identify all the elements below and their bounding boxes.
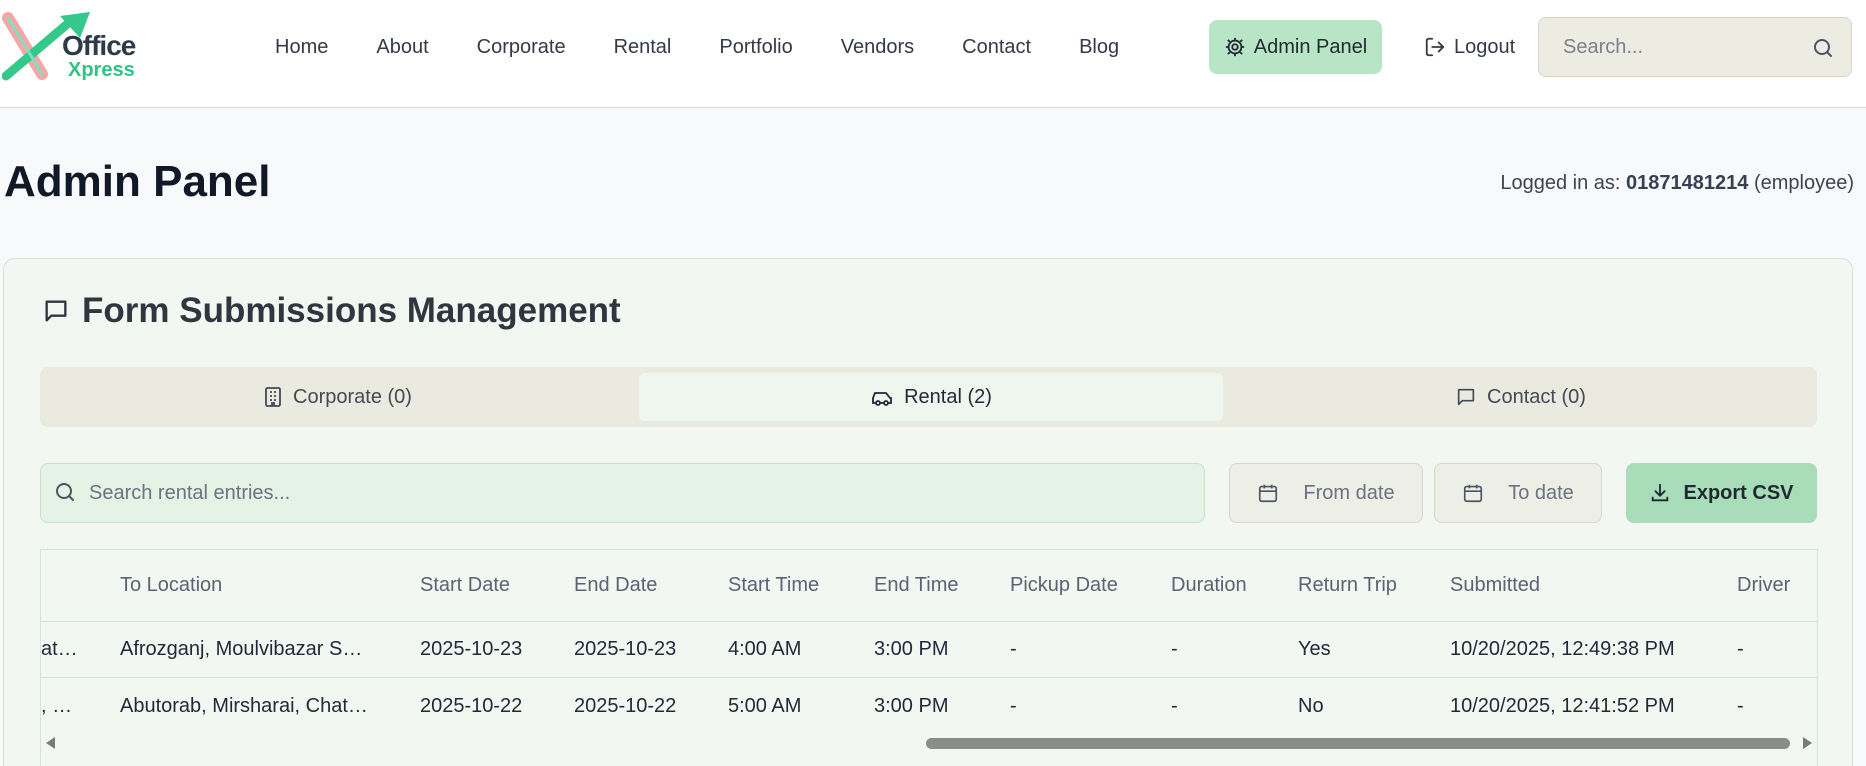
logo-text-xpress: Xpress: [68, 59, 135, 81]
scroll-thumb[interactable]: [926, 738, 1790, 749]
col-start-time[interactable]: Start Time: [728, 550, 819, 621]
from-date-button[interactable]: From date: [1229, 463, 1423, 523]
col-end-time[interactable]: End Time: [874, 550, 958, 621]
cell-pickup-date: -: [1010, 694, 1017, 717]
tab-contact[interactable]: Contact (0): [1230, 373, 1811, 421]
form-submissions-card: Form Submissions Management Corporate (0…: [3, 258, 1853, 766]
nav-contact[interactable]: Contact: [962, 36, 1031, 59]
search-icon: [56, 483, 74, 501]
card-title: Form Submissions Management: [42, 291, 621, 331]
message-icon: [1457, 388, 1475, 406]
submission-tabs: Corporate (0) Rental (2) Contact (0): [40, 367, 1817, 427]
cell-return-trip: No: [1298, 694, 1324, 717]
rental-search: [40, 463, 1205, 523]
table-row[interactable]: , … Abutorab, Mirsharai, Chat… 2025-10-2…: [41, 678, 1817, 734]
cell-end-time: 3:00 PM: [874, 694, 949, 717]
to-date-button[interactable]: To date: [1434, 463, 1602, 523]
cell-end-date: 2025-10-22: [574, 694, 677, 717]
cell-to-location: Afrozganj, Moulvibazar S…: [120, 638, 363, 660]
col-submitted[interactable]: Submitted: [1450, 550, 1540, 621]
calendar-icon: [1464, 484, 1483, 503]
logo-text-office: Office: [62, 30, 136, 61]
to-date-label: To date: [1508, 481, 1574, 504]
page-title: Admin Panel: [4, 157, 271, 206]
col-pickup-date[interactable]: Pickup Date: [1010, 550, 1118, 621]
admin-panel-button[interactable]: Admin Panel: [1209, 20, 1382, 74]
export-csv-label: Export CSV: [1683, 481, 1794, 504]
logout-button[interactable]: Logout: [1424, 20, 1515, 74]
nav-portfolio[interactable]: Portfolio: [719, 36, 792, 59]
cell-submitted: 10/20/2025, 12:49:38 PM: [1450, 638, 1675, 660]
site-header: Office Xpress Home About Corporate Renta…: [0, 0, 1866, 108]
cell-start-time: 4:00 AM: [728, 638, 802, 660]
main-nav: Home About Corporate Rental Portfolio Ve…: [275, 20, 1167, 74]
tab-rental[interactable]: Rental (2): [639, 373, 1223, 421]
admin-panel-label: Admin Panel: [1253, 35, 1368, 58]
cell-to-location: Abutorab, Mirsharai, Chat…: [120, 694, 368, 717]
scroll-left-arrow-icon[interactable]: [46, 737, 55, 749]
col-end-date[interactable]: End Date: [574, 550, 657, 621]
logout-label: Logout: [1454, 35, 1516, 58]
gear-icon: [1225, 37, 1244, 57]
header-search-input[interactable]: [1563, 18, 1803, 76]
tab-contact-label: Contact (0): [1487, 385, 1586, 408]
cell-start-date: 2025-10-22: [420, 694, 523, 717]
nav-blog[interactable]: Blog: [1079, 36, 1119, 59]
col-return-trip[interactable]: Return Trip: [1298, 550, 1397, 621]
table-header-row: To Location Start Date End Date Start Ti…: [41, 550, 1817, 622]
nav-corporate[interactable]: Corporate: [477, 36, 566, 59]
col-start-date[interactable]: Start Date: [420, 550, 510, 621]
cell-end-date: 2025-10-23: [574, 638, 677, 660]
logged-in-user: 01871481214: [1626, 172, 1749, 194]
cell-partial: , …: [41, 694, 73, 717]
logout-icon: [1425, 37, 1445, 57]
nav-about[interactable]: About: [376, 36, 428, 59]
scroll-right-arrow-icon[interactable]: [1803, 737, 1812, 749]
header-search: [1538, 17, 1852, 77]
cell-return-trip: Yes: [1298, 638, 1331, 660]
col-to-location[interactable]: To Location: [120, 550, 222, 621]
cell-pickup-date: -: [1010, 638, 1017, 660]
cell-duration: -: [1171, 638, 1178, 660]
cell-start-time: 5:00 AM: [728, 694, 802, 717]
cell-end-time: 3:00 PM: [874, 638, 949, 660]
download-icon: [1652, 483, 1669, 502]
cell-duration: -: [1171, 694, 1178, 717]
car-icon: [872, 392, 892, 406]
nav-rental[interactable]: Rental: [614, 36, 672, 59]
from-date-label: From date: [1303, 481, 1395, 504]
col-driver[interactable]: Driver: [1737, 550, 1790, 621]
export-csv-button[interactable]: Export CSV: [1626, 463, 1817, 523]
cell-partial: at…: [41, 638, 78, 660]
calendar-icon: [1259, 484, 1278, 503]
table-row[interactable]: at… Afrozganj, Moulvibazar S… 2025-10-23…: [41, 622, 1817, 678]
rental-search-input[interactable]: [89, 464, 1189, 522]
cell-driver: -: [1737, 638, 1744, 660]
logged-in-status: Logged in as: 01871481214 (employee): [1500, 172, 1854, 195]
tab-corporate[interactable]: Corporate (0): [46, 373, 629, 421]
officexpress-logo[interactable]: Office Xpress: [1, 10, 142, 86]
message-icon: [45, 300, 67, 322]
table-horizontal-scrollbar[interactable]: [40, 731, 1818, 755]
nav-vendors[interactable]: Vendors: [841, 36, 914, 59]
tab-rental-label: Rental (2): [904, 385, 992, 408]
cell-submitted: 10/20/2025, 12:41:52 PM: [1450, 694, 1675, 717]
search-icon[interactable]: [1811, 36, 1835, 60]
card-title-text: Form Submissions Management: [82, 291, 621, 330]
tab-corporate-label: Corporate (0): [293, 385, 412, 408]
logged-in-prefix: Logged in as:: [1500, 172, 1627, 194]
col-duration[interactable]: Duration: [1171, 550, 1247, 621]
logged-in-role: (employee): [1753, 172, 1854, 194]
nav-home[interactable]: Home: [275, 36, 328, 59]
building-icon: [265, 387, 281, 407]
cell-start-date: 2025-10-23: [420, 638, 523, 660]
cell-driver: -: [1737, 694, 1744, 717]
